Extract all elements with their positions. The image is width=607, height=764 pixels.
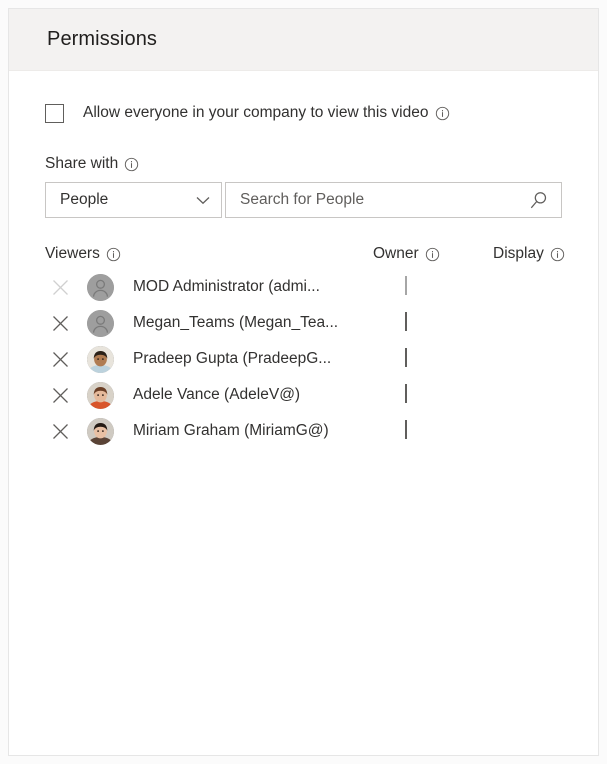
owner-checkbox-cell (405, 276, 407, 295)
viewers-row-list: MOD Administrator (admi... Megan_Teams (M… (45, 269, 562, 449)
avatar (87, 274, 114, 301)
column-header-viewers: Viewers (45, 245, 121, 263)
table-row: Adele Vance (AdeleV@) (45, 377, 562, 413)
share-with-type-dropdown[interactable]: People (45, 182, 222, 218)
info-icon[interactable] (425, 247, 440, 262)
owner-checkbox[interactable] (405, 312, 407, 331)
owner-checkbox (405, 276, 407, 295)
owner-checkbox[interactable] (405, 420, 407, 439)
viewer-name: MOD Administrator (admi... (133, 278, 320, 295)
share-with-type-value: People (60, 191, 109, 208)
column-header-owner-label: Owner (373, 245, 419, 262)
viewers-table: Viewers Owner Display MOD Administrator … (45, 245, 565, 449)
owner-checkbox-cell (405, 384, 407, 403)
avatar (87, 310, 114, 337)
page-title: Permissions (47, 28, 158, 50)
owner-checkbox-cell (405, 348, 407, 367)
column-header-owner: Owner (373, 245, 440, 263)
avatar (87, 382, 114, 409)
card-header: Permissions (9, 9, 598, 71)
viewer-name: Adele Vance (AdeleV@) (133, 386, 301, 403)
table-row: MOD Administrator (admi... (45, 269, 562, 305)
close-icon[interactable] (52, 351, 69, 368)
viewer-name: Megan_Teams (Megan_Tea... (133, 314, 339, 331)
avatar (87, 418, 114, 445)
permissions-card: Permissions Allow everyone in your compa… (8, 8, 599, 756)
search-input[interactable] (240, 191, 522, 209)
owner-checkbox-cell (405, 312, 407, 331)
owner-checkbox[interactable] (405, 384, 407, 403)
info-icon[interactable] (106, 247, 121, 262)
search-people-box[interactable] (225, 182, 562, 218)
owner-checkbox[interactable] (405, 348, 407, 367)
table-row: Miriam Graham (MiriamG@) (45, 413, 562, 449)
allow-everyone-checkbox[interactable] (45, 103, 64, 123)
close-icon[interactable] (52, 423, 69, 440)
allow-everyone-label: Allow everyone in your company to view t… (83, 104, 429, 121)
close-icon[interactable] (52, 387, 69, 404)
permissions-page: Permissions Allow everyone in your compa… (0, 0, 607, 764)
table-row: Megan_Teams (Megan_Tea... (45, 305, 562, 341)
column-header-viewers-label: Viewers (45, 245, 100, 262)
share-with-label: Share with (45, 155, 119, 172)
info-icon[interactable] (124, 157, 139, 172)
allow-everyone-row[interactable]: Allow everyone in your company to view t… (45, 102, 562, 124)
viewers-table-header: Viewers Owner Display (45, 245, 565, 269)
close-icon (52, 279, 69, 296)
info-icon[interactable] (435, 106, 450, 121)
share-with-label-row: Share with (45, 154, 562, 174)
table-row: Pradeep Gupta (PradeepG... (45, 341, 562, 377)
viewer-name: Miriam Graham (MiriamG@) (133, 422, 329, 439)
close-icon[interactable] (52, 315, 69, 332)
share-controls: People (45, 182, 562, 218)
search-icon[interactable] (528, 190, 549, 211)
chevron-down-icon (196, 196, 210, 205)
viewer-name: Pradeep Gupta (PradeepG... (133, 350, 332, 367)
info-icon[interactable] (550, 247, 565, 262)
card-body: Allow everyone in your company to view t… (9, 102, 598, 449)
column-header-display-label: Display (493, 245, 544, 262)
column-header-display: Display (493, 245, 565, 263)
owner-checkbox-cell (405, 420, 407, 439)
avatar (87, 346, 114, 373)
